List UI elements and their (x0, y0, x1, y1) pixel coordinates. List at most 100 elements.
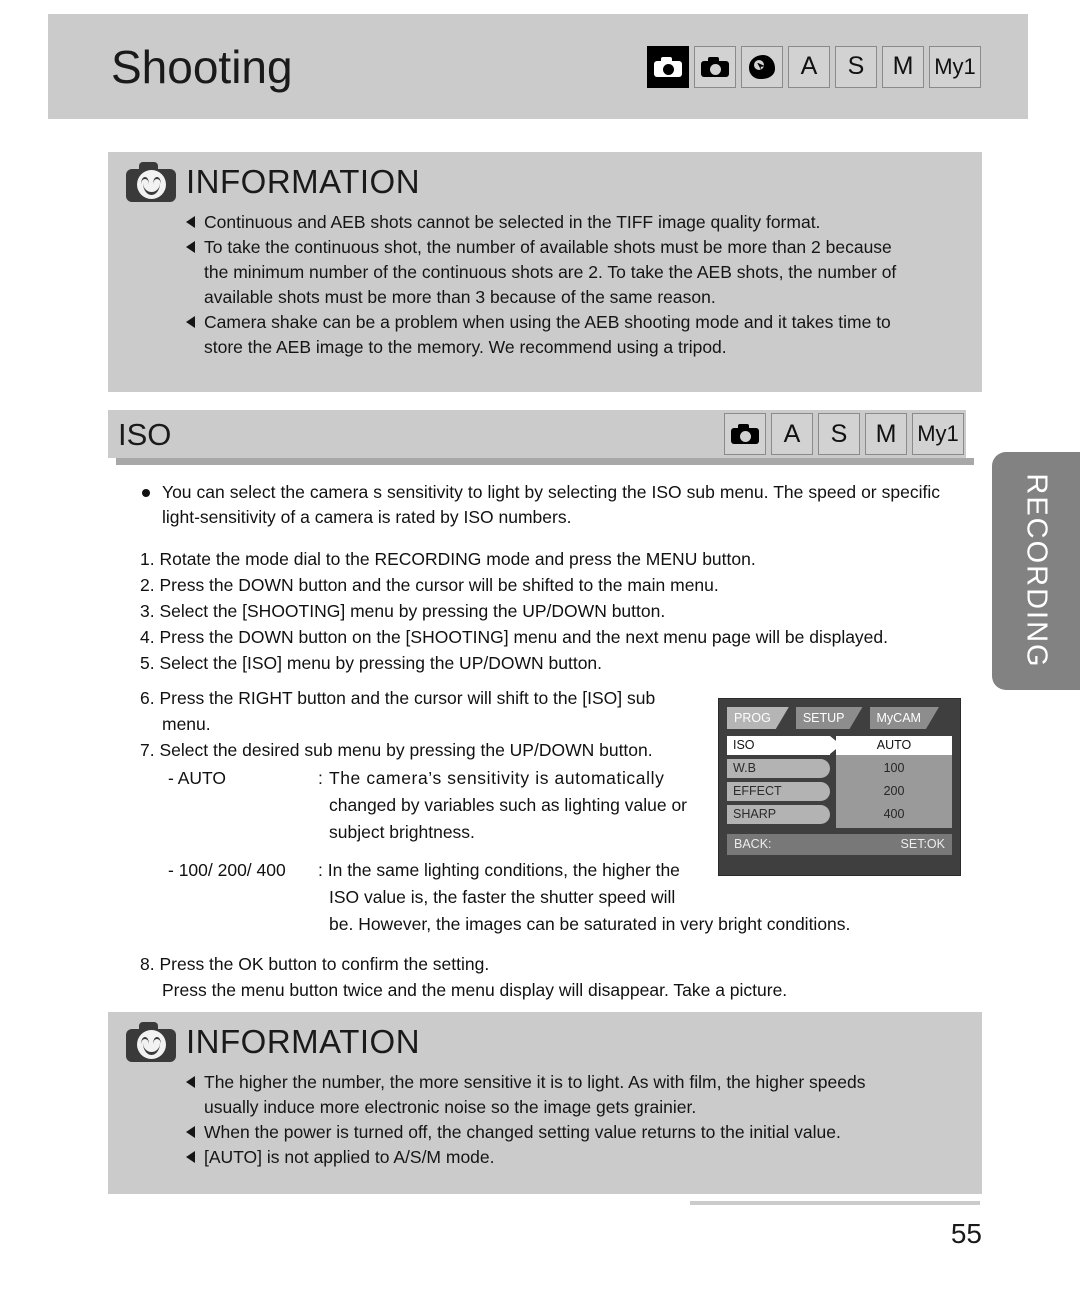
information-header-top: INFORMATION (108, 152, 982, 202)
lcd-option-auto[interactable]: AUTO (836, 736, 952, 755)
information-title: INFORMATION (186, 1023, 421, 1060)
information-item-text: Camera shake can be a problem when using… (204, 312, 891, 332)
lcd-sub-menu-list: AUTO 100 200 400 (836, 736, 952, 828)
information-list-top: Continuous and AEB shots cannot be selec… (186, 210, 960, 360)
triangle-bullet-icon (186, 241, 195, 253)
lcd-tab-mycam[interactable]: MyCAM (870, 707, 939, 729)
mode-manual-icon: M (865, 413, 907, 455)
mode-program-icon (724, 413, 766, 455)
section-title: ISO (118, 416, 172, 452)
lcd-back-label: BACK: (734, 837, 772, 851)
mode-scene-icon (741, 45, 783, 88)
information-header-bottom: INFORMATION (108, 1012, 982, 1062)
triangle-bullet-icon (186, 316, 195, 328)
definition-line: be. However, the images can be saturated… (329, 914, 851, 934)
triangle-bullet-icon (186, 216, 195, 228)
step-item: 7. Select the desired sub menu by pressi… (140, 740, 653, 760)
camera-lcd-menu: PROG SETUP MyCAM ISO W.B EFFECT SHARP AUTO 100… (718, 698, 961, 876)
mode-label: A (783, 419, 801, 448)
triangle-bullet-icon (186, 1076, 195, 1088)
mode-manual-icon: M (882, 45, 924, 88)
information-item-continuation: available shots must be more than 3 beca… (204, 287, 716, 307)
information-item-continuation: usually induce more electronic noise so … (204, 1097, 697, 1117)
information-item-continuation: the minimum number of the continuous sho… (204, 262, 897, 282)
definition-line: changed by variables such as lighting va… (329, 795, 687, 815)
lcd-menu-body: ISO W.B EFFECT SHARP AUTO 100 200 400 (727, 736, 952, 828)
mode-aperture-icon: A (771, 413, 813, 455)
step-item-continuation: Press the menu button twice and the menu… (162, 980, 788, 1000)
mode-label: My1 (934, 53, 976, 79)
definition-term: - 100/ 200/ 400 (168, 860, 286, 880)
step-item: 4. Press the DOWN button on the [SHOOTIN… (140, 627, 889, 647)
iso-intro-line-1: You can select the camera s sensitivity … (162, 482, 940, 502)
lcd-main-menu-list: ISO W.B EFFECT SHARP (727, 736, 841, 828)
lcd-option-400[interactable]: 400 (836, 805, 952, 824)
iso-intro-line-2: light-sensitivity of a camera is rated b… (162, 507, 572, 527)
bullet-dot-icon (142, 489, 150, 497)
header-mode-icon-group: A S M My1 (647, 45, 981, 88)
page-number: 55 (950, 1218, 982, 1249)
information-item: Continuous and AEB shots cannot be selec… (186, 210, 960, 235)
information-panel-top: INFORMATION Continuous and AEB shots can… (108, 152, 982, 392)
information-item: When the power is turned off, the change… (186, 1120, 960, 1145)
mode-shutter-icon: S (835, 45, 877, 88)
definition-description: : The camera’s sensitivity is automatica… (318, 765, 728, 846)
information-item-text: When the power is turned off, the change… (204, 1122, 841, 1142)
lcd-tab-setup[interactable]: SETUP (796, 707, 863, 729)
mode-label: S (830, 419, 848, 448)
lcd-option-200[interactable]: 200 (836, 782, 952, 801)
side-tab-recording: RECORDING (992, 452, 1080, 690)
lcd-option-100[interactable]: 100 (836, 759, 952, 778)
lcd-tab-prog[interactable]: PROG (727, 707, 789, 729)
camera-glyph (654, 56, 682, 77)
footer-rule (690, 1201, 980, 1205)
information-item: To take the continuous shot, the number … (186, 235, 960, 310)
step-item: 3. Select the [SHOOTING] menu by pressin… (140, 601, 666, 621)
mode-label: M (892, 52, 914, 80)
mode-label: S (847, 52, 865, 80)
information-item-text: [AUTO] is not applied to A/S/M mode. (204, 1147, 495, 1167)
triangle-bullet-icon (186, 1126, 195, 1138)
mode-my1-icon: My1 (929, 45, 981, 88)
page-header-band: Shooting A S M My1 (48, 14, 1028, 119)
information-item: The higher the number, the more sensitiv… (186, 1070, 960, 1120)
iso-step-8: 8. Press the OK button to confirm the se… (140, 951, 940, 1003)
mode-label: A (800, 52, 818, 80)
iso-steps-2: 6. Press the RIGHT button and the cursor… (140, 685, 700, 763)
mode-my1-icon: My1 (912, 413, 964, 455)
step-item: 2. Press the DOWN button and the cursor … (140, 575, 719, 595)
triangle-bullet-icon (186, 1151, 195, 1163)
information-item: [AUTO] is not applied to A/S/M mode. (186, 1145, 960, 1170)
lcd-menu-item-sharp[interactable]: SHARP (727, 805, 830, 824)
mode-shutter-icon: S (818, 413, 860, 455)
mode-label: M (875, 419, 897, 448)
lcd-menu-item-wb[interactable]: W.B (727, 759, 830, 778)
lcd-footer-bar: BACK: SET:OK (727, 834, 952, 855)
iso-section-header: ISO A S M My1 (108, 410, 974, 465)
camera-glyph (731, 424, 759, 444)
step-item: 8. Press the OK button to confirm the se… (140, 954, 490, 974)
lcd-menu-item-effect[interactable]: EFFECT (727, 782, 830, 801)
iso-mode-icon-group: A S M My1 (724, 413, 964, 455)
definition-line: : The camera’s sensitivity is automatica… (318, 768, 665, 788)
information-item: Camera shake can be a problem when using… (186, 310, 960, 360)
iso-intro-paragraph: You can select the camera s sensitivity … (140, 480, 940, 530)
mode-auto-icon (647, 45, 689, 88)
lcd-menu-item-iso[interactable]: ISO (727, 736, 841, 755)
definition-line: : In the same lighting conditions, the h… (318, 860, 680, 880)
lcd-tab-bar: PROG SETUP MyCAM (727, 707, 952, 729)
information-item-text: Continuous and AEB shots cannot be selec… (204, 212, 821, 232)
information-item-text: To take the continuous shot, the number … (204, 237, 892, 257)
definition-line: subject brightness. (329, 822, 475, 842)
step-item: 1. Rotate the mode dial to the RECORDING… (140, 549, 756, 569)
definition-term: - AUTO (168, 768, 227, 788)
iso-steps-1: 1. Rotate the mode dial to the RECORDING… (140, 546, 940, 676)
smiley-camera-icon (126, 162, 176, 202)
information-title: INFORMATION (186, 163, 421, 200)
step-item: 5. Select the [ISO] menu by pressing the… (140, 653, 603, 673)
information-item-text: The higher the number, the more sensitiv… (204, 1072, 866, 1092)
mode-aperture-icon: A (788, 45, 830, 88)
information-item-continuation: store the AEB image to the memory. We re… (204, 337, 727, 357)
definition-auto: - AUTO : The camera’s sensitivity is aut… (140, 765, 728, 846)
mode-program-icon (694, 45, 736, 88)
